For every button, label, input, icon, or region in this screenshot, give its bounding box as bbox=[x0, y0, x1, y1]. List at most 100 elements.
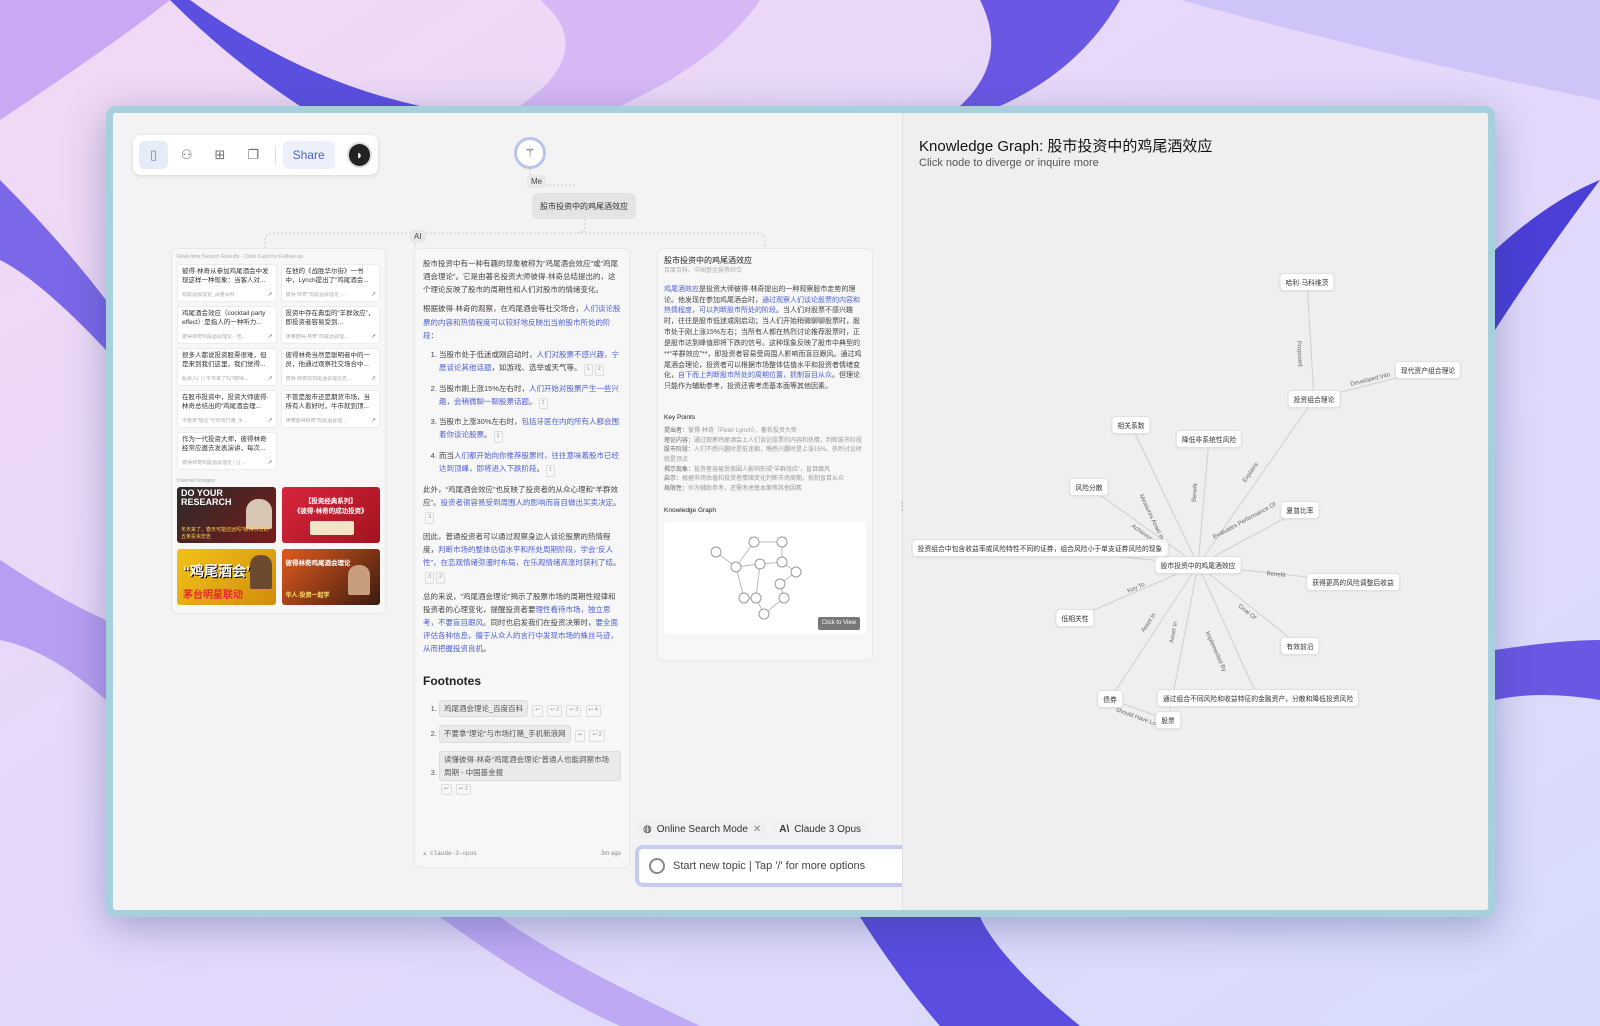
click-to-view-button[interactable]: Click to View bbox=[817, 617, 860, 631]
highlight-text[interactable]: 投资者很容易受到周围人的影响而盲目做出买卖决定 bbox=[441, 498, 614, 507]
image-result[interactable]: 【投资经典系列】 《彼得·林奇的成功投资》 bbox=[281, 487, 380, 543]
external-link-icon[interactable]: ↗ bbox=[371, 417, 376, 425]
close-icon[interactable]: ✕ bbox=[753, 824, 761, 835]
graph-node[interactable]: 股票 bbox=[1155, 711, 1181, 729]
search-result-card[interactable]: 在股市投资中，投资大师彼得·林奇总结出的“鸡尾酒会理... 不要拿“理论”与市场打… bbox=[177, 390, 277, 428]
key-points-list: 提出者：彼得·林奇（Peter Lynch），著名投资大师 理论内容：通过观察鸡尾… bbox=[664, 427, 866, 494]
search-result-card[interactable]: 投资中存在典型的“羊群效应”，即投资者容易受到... 读懂彼得·林奇“鸡尾酒会理.… bbox=[280, 306, 380, 344]
citation-badge[interactable]: 1 bbox=[546, 465, 556, 477]
footnote-link[interactable]: 读懂彼得·林奇“鸡尾酒会理论”普通人也能洞察市场周期 - 中国基金报 bbox=[439, 750, 621, 781]
people-icon[interactable]: ⚇ bbox=[172, 141, 201, 169]
result-text: 作为一代投资大师，彼得林奇经常应邀去发表演讲，每次... bbox=[182, 436, 267, 452]
online-search-chip[interactable]: ◍ Online Search Mode ✕ bbox=[637, 821, 768, 838]
result-source: 不要拿“理论”与市场打赌_手... bbox=[182, 418, 248, 425]
mini-graph-title: Knowledge Graph bbox=[664, 507, 717, 515]
external-link-icon[interactable]: ↗ bbox=[371, 291, 376, 299]
graph-node[interactable]: 降低非系统性风险 bbox=[1175, 430, 1243, 448]
citation-badge[interactable]: 3 bbox=[425, 512, 435, 524]
share-button[interactable]: Share bbox=[282, 141, 335, 169]
answer-list-item: 当股市刚上涨15%左右时，人们开始对股票产生一些兴趣，会稍微聊一聊股票话题。1 bbox=[439, 382, 621, 410]
backref-link[interactable]: ↩ 2 bbox=[589, 730, 605, 742]
image-caption: 彼得林奇鸡尾酒会理论 bbox=[285, 560, 351, 567]
app-logo-icon[interactable]: ◗ bbox=[346, 142, 372, 168]
external-link-icon[interactable]: ↗ bbox=[371, 333, 376, 341]
backref-link[interactable]: ↩ bbox=[532, 705, 543, 717]
citation-badge[interactable]: 1 bbox=[583, 363, 593, 376]
result-source: 彼得林奇鸡尾酒会理论 - 雪... bbox=[182, 334, 246, 341]
mini-knowledge-graph[interactable]: Click to View bbox=[664, 522, 866, 635]
search-result-card[interactable]: 不管是股市还是期货市场，当所有人看好时，牛市就到顶... 读懂彼得林奇“鸡尾酒会理… bbox=[280, 390, 380, 428]
backref-link[interactable]: ↩ 2 bbox=[455, 783, 471, 796]
model-name: claude-3-opus bbox=[430, 849, 477, 857]
result-source: 读懂彼得林奇“鸡尾酒会理... bbox=[285, 418, 347, 425]
graph-node[interactable]: 债券 bbox=[1097, 690, 1123, 708]
footnote-link[interactable]: 不要拿“理论”与市场打赌_手机新浪网 bbox=[439, 725, 571, 743]
model-selector[interactable]: A\ Claude 3 Opus bbox=[773, 821, 868, 838]
highlight-text[interactable]: 人们都开始向你推荐股票时，往往意味着股市已经达到顶峰，即将进入下跌阶段 bbox=[439, 451, 619, 473]
search-result-card[interactable]: 鸡尾酒会效应（cocktail party effect）是指人的一种听力...… bbox=[177, 306, 277, 344]
image-result[interactable]: 彼得林奇鸡尾酒会理论 华人·投资一起学 bbox=[281, 549, 380, 605]
result-text: 投资中存在典型的“羊群效应”，即投资者容易受到... bbox=[285, 310, 375, 326]
graph-node[interactable]: 获得更高的风险调整后收益 bbox=[1306, 573, 1400, 591]
topic-input[interactable]: Start new topic | Tap '/' for more optio… bbox=[635, 845, 903, 887]
graph-node[interactable]: 风险分散 bbox=[1069, 478, 1109, 496]
result-text: 在股市投资中，投资大师彼得·林奇总结出的“鸡尾酒会理... bbox=[182, 394, 269, 410]
external-link-icon[interactable]: ↗ bbox=[371, 375, 376, 383]
graph-node[interactable]: 投资组合理论 bbox=[1287, 390, 1341, 408]
search-result-card[interactable]: 彼得林奇当然是聪明者中的一员，他通过观察社交场合中... 彼得·林奇的鸡尾酒会理论… bbox=[280, 348, 380, 386]
citation-badge[interactable]: 3 bbox=[425, 572, 435, 584]
citation-badge[interactable]: 2 bbox=[594, 363, 604, 376]
answer-list-item: 而当人们都开始向你推荐股票时，往往意味着股市已经达到顶峰，即将进入下跌阶段。1 bbox=[439, 449, 621, 477]
globe-icon: ◍ bbox=[643, 824, 652, 835]
image-result[interactable]: DO YOUR RESEARCH 冬天来了，春天可能还远吗?彼得林奇的五条投资忠… bbox=[177, 487, 276, 543]
backref-link[interactable]: ↩ 3 bbox=[566, 705, 582, 717]
backref-link[interactable]: ↩ bbox=[441, 783, 452, 796]
sidebar-toggle-icon[interactable]: ▯ bbox=[139, 141, 169, 169]
graph-node[interactable]: 现代资产组合理论 bbox=[1394, 361, 1462, 379]
chip-label: Online Search Mode bbox=[656, 824, 748, 835]
citation-badge[interactable]: 1 bbox=[493, 431, 503, 443]
search-result-card[interactable]: 很多人都说投资股票很难，但是来到我们这里，我们觉得... 股票入门 | 牛市来了吗… bbox=[177, 348, 277, 386]
add-frame-icon[interactable]: ⊞ bbox=[205, 141, 234, 169]
key-points-title: Key Points bbox=[664, 414, 696, 422]
copy-icon[interactable]: ❐ bbox=[238, 141, 267, 169]
citation-badge[interactable]: 1 bbox=[538, 397, 548, 410]
highlight-text[interactable]: 判断市场的整体估值水平和所处周期阶段，学会“反人性”，在恋观情绪弥漫时布局，在乐… bbox=[423, 545, 613, 567]
key-point: 揭示现象：投资者容易受周围人影响形成“羊群效应”，盲目跟风 bbox=[664, 466, 866, 476]
highlight-text[interactable]: 鸡尾酒效应 bbox=[664, 286, 699, 293]
backref-link[interactable]: ↩ bbox=[574, 730, 586, 742]
backref-link[interactable]: ↩ 2 bbox=[546, 705, 563, 717]
citation-badge[interactable]: 2 bbox=[436, 572, 446, 584]
external-link-icon[interactable]: ↗ bbox=[267, 459, 272, 467]
graph-node[interactable]: 投资组合中包含收益率或风险特性不同的证券，组合风险小于单支证券风险的现象 bbox=[911, 539, 1169, 557]
question-bubble[interactable]: 股市投资中的鸡尾酒效应 bbox=[532, 193, 636, 219]
text-span: 当股市上涨30%左右时， bbox=[439, 417, 522, 427]
key-point: 股市阶段：人们不感兴趣时是低迷期，略感兴趣时是上涨15%，热烈讨论时就是顶点 bbox=[664, 446, 866, 465]
external-link-icon[interactable]: ↗ bbox=[267, 417, 272, 425]
graph-node[interactable]: 哈利·马科维茨 bbox=[1279, 273, 1335, 291]
graph-edge-label: Benefit bbox=[1191, 483, 1199, 503]
image-result[interactable]: “鸡尾酒会” 茅台明星联动 bbox=[177, 549, 276, 605]
graph-node[interactable]: 股市投资中的鸡尾酒效应 bbox=[1154, 556, 1242, 574]
graph-node[interactable]: 通过组合不同风险和收益特征的金融资产，分散和降低投资风险 bbox=[1156, 689, 1360, 707]
result-text: 在他的《战胜华尔街》一书中，Lynch提出了“鸡尾酒会... bbox=[285, 268, 369, 284]
graph-node[interactable]: 有效前沿 bbox=[1280, 637, 1320, 655]
external-link-icon[interactable]: ↗ bbox=[267, 375, 272, 383]
text-span: 。 bbox=[613, 557, 621, 567]
graph-node[interactable]: 低相关性 bbox=[1055, 609, 1095, 627]
footnote-link[interactable]: 鸡尾酒会理论_百度百科 bbox=[439, 700, 529, 718]
search-result-card[interactable]: 作为一代投资大师，彼得林奇经常应邀去发表演讲，每次... 彼得林奇鸡尾酒会理论 |… bbox=[177, 432, 277, 470]
external-link-icon[interactable]: ↗ bbox=[267, 333, 272, 341]
backref-link[interactable]: ↩ 4 bbox=[585, 705, 601, 717]
graph-node[interactable]: 夏普比率 bbox=[1280, 501, 1320, 519]
portrait-graphic bbox=[348, 565, 370, 595]
result-text: 彼得林奇当然是聪明者中的一员，他通过观察社交场合中... bbox=[285, 352, 371, 368]
magic-wand-icon[interactable]: ⚚ bbox=[514, 137, 546, 169]
search-result-card[interactable]: 在他的《战胜华尔街》一书中，Lynch提出了“鸡尾酒会... 彼得·林奇“鸡尾酒会… bbox=[280, 264, 380, 302]
highlight-text[interactable]: 自下而上判断股市所处的周期位置，抓制盲目从众 bbox=[678, 372, 832, 379]
external-link-icon[interactable]: ↗ bbox=[267, 291, 272, 299]
footnote-item: 不要拿“理论”与市场打赌_手机新浪网 ↩ ↩ 2 bbox=[439, 725, 621, 743]
graph-node[interactable]: 相关系数 bbox=[1111, 416, 1151, 434]
search-result-card[interactable]: 彼得·林奇从参加鸡尾酒会中发现这样一种现象：当客人对... 鸡尾酒会理论_百度百科… bbox=[177, 264, 277, 302]
image-subcaption: 《彼得·林奇的成功投资》 bbox=[293, 508, 368, 515]
